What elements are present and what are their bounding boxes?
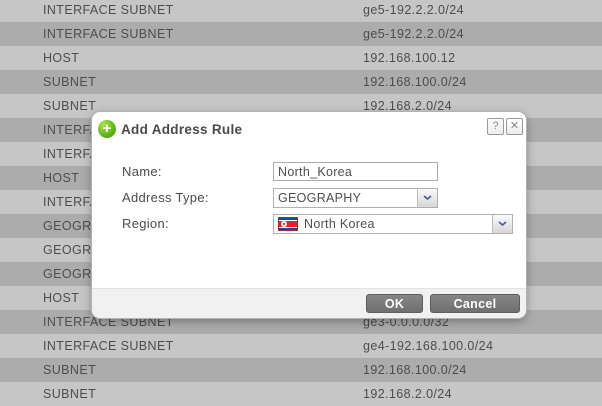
add-address-rule-dialog: + Add Address Rule ? ✕ Name: Address Typ…: [92, 112, 526, 318]
ok-button[interactable]: OK: [366, 294, 423, 313]
table-row[interactable]: SUBNET 192.168.100.0/24: [0, 358, 602, 382]
address-type-cell: SUBNET: [43, 358, 96, 382]
address-object-screen: INTERFACE SUBNET ge5-192.2.2.0/24 INTERF…: [0, 0, 602, 406]
address-type-select[interactable]: GEOGRAPHY: [273, 188, 438, 208]
address-value-cell: 192.168.100.0/24: [363, 358, 467, 382]
table-row[interactable]: INTERFACE SUBNET ge5-192.2.2.0/24: [0, 22, 602, 46]
north-korea-flag-icon: [278, 217, 298, 231]
address-type-cell: HOST: [43, 46, 79, 70]
address-type-cell: INTERFACE SUBNET: [43, 22, 174, 46]
address-value-cell: 192.168.100.12: [363, 46, 456, 70]
address-type-cell: INTERFACE SUBNET: [43, 334, 174, 358]
table-row[interactable]: HOST 192.168.100.12: [0, 46, 602, 70]
table-row[interactable]: SUBNET 192.168.100.0/24: [0, 70, 602, 94]
close-icon[interactable]: ✕: [506, 118, 523, 135]
dialog-title: Add Address Rule: [121, 122, 242, 137]
address-type-value: GEOGRAPHY: [278, 191, 361, 205]
window-buttons: ? ✕: [487, 118, 523, 135]
name-label: Name:: [122, 163, 162, 181]
address-value-cell: 192.168.2.0/24: [363, 382, 452, 406]
address-type-cell: HOST: [43, 286, 79, 310]
address-type-cell: HOST: [43, 166, 79, 190]
dialog-header: + Add Address Rule ? ✕: [92, 112, 526, 148]
address-value-cell: ge4-192.168.100.0/24: [363, 334, 493, 358]
address-type-cell: SUBNET: [43, 382, 96, 406]
address-type-label: Address Type:: [122, 189, 209, 207]
address-type-cell: SUBNET: [43, 94, 96, 118]
region-value: North Korea: [304, 217, 375, 231]
chevron-down-icon[interactable]: [492, 215, 512, 233]
table-row[interactable]: INTERFACE SUBNET ge4-192.168.100.0/24: [0, 334, 602, 358]
region-label: Region:: [122, 215, 169, 233]
address-value-cell: ge5-192.2.2.0/24: [363, 22, 464, 46]
table-row[interactable]: SUBNET 192.168.2.0/24: [0, 382, 602, 406]
address-value-cell: ge5-192.2.2.0/24: [363, 0, 464, 22]
address-type-cell: INTERFACE SUBNET: [43, 0, 174, 22]
address-type-cell: SUBNET: [43, 70, 96, 94]
region-select[interactable]: North Korea: [273, 214, 513, 234]
table-row[interactable]: INTERFACE SUBNET ge5-192.2.2.0/24: [0, 0, 602, 22]
help-icon[interactable]: ?: [487, 118, 504, 135]
name-input[interactable]: [273, 162, 438, 181]
address-value-cell: 192.168.100.0/24: [363, 70, 467, 94]
add-plus-icon: +: [98, 120, 116, 138]
cancel-button[interactable]: Cancel: [430, 294, 520, 313]
chevron-down-icon[interactable]: [417, 189, 437, 207]
dialog-footer: OK Cancel: [92, 288, 526, 318]
